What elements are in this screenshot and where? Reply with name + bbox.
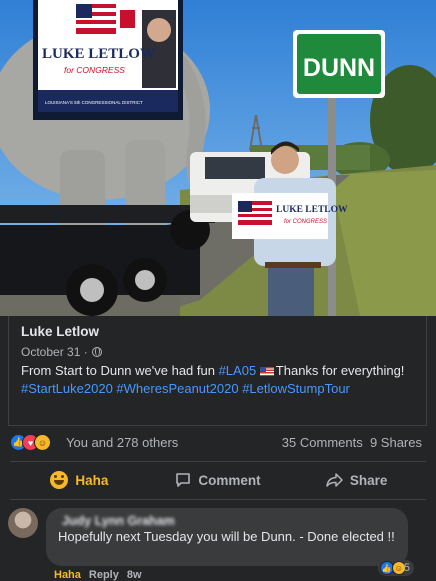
handheld-sign-subtitle: for CONGRESS <box>284 219 327 225</box>
comment-text: Hopefully next Tuesday you will be Dunn.… <box>58 529 395 544</box>
shares-count[interactable]: 9 Shares <box>370 435 422 450</box>
post-card: Luke Letlow October 31 · From Start to D… <box>8 316 427 426</box>
comment-reply-link[interactable]: Reply <box>89 569 119 581</box>
comment-button-label: Comment <box>198 472 261 488</box>
post-text: From Start to Dunn we've had fun #LA05 T… <box>21 362 413 398</box>
share-button-label: Share <box>349 472 388 488</box>
comment-item: Judy Lynn Graham Hopefully next Tuesday … <box>8 508 428 581</box>
haha-button[interactable]: Haha <box>10 466 149 494</box>
comment-author[interactable]: Judy Lynn Graham <box>62 514 175 528</box>
comment-footer: Haha Reply 8w <box>54 569 142 581</box>
comment-icon <box>176 473 191 487</box>
hashtag-la05[interactable]: #LA05 <box>219 363 257 378</box>
hashtag-wherespeanut2020[interactable]: #WheresPeanut2020 <box>116 381 238 396</box>
reactions-count[interactable]: You and 278 others <box>66 435 178 450</box>
post-date[interactable]: October 31 · <box>21 345 102 359</box>
divider <box>10 461 426 462</box>
share-icon <box>326 473 343 487</box>
post-text-start: From Start to Dunn we've had fun <box>21 363 219 378</box>
campaign-photo: LUKE LETLOW for CONGRESS LOUISIANA'S 5th… <box>0 0 436 316</box>
haha-icon: ☺ <box>34 434 51 451</box>
hashtag-letlowstumptour[interactable]: #LetlowStumpTour <box>242 381 350 396</box>
billboard-subtitle: for CONGRESS <box>64 65 125 75</box>
post-date-text: October 31 · <box>21 345 88 359</box>
reaction-icons[interactable]: 👍 ♥ ☺ <box>10 434 51 451</box>
road-sign-text: DUNN <box>303 54 375 82</box>
comments-shares-count: 35 Comments 9 Shares <box>282 435 422 450</box>
haha-face-icon <box>50 471 69 489</box>
post-actions: Haha Comment Share <box>10 466 426 494</box>
post-text-mid: Thanks for everything! <box>275 363 405 378</box>
post-author[interactable]: Luke Letlow <box>21 324 99 339</box>
share-button[interactable]: Share <box>287 466 426 494</box>
divider <box>10 499 426 500</box>
globe-icon <box>91 347 102 357</box>
hashtag-startluke2020[interactable]: #StartLuke2020 <box>21 381 113 396</box>
billboard-footer: LOUISIANA'S 5th CONGRESSIONAL DISTRICT <box>45 100 143 105</box>
comment-bubble: Judy Lynn Graham Hopefully next Tuesday … <box>46 508 414 576</box>
comment-reaction-count: 5 <box>403 562 410 574</box>
post-photo[interactable]: LUKE LETLOW for CONGRESS LOUISIANA'S 5th… <box>0 0 436 316</box>
comment-time[interactable]: 8w <box>127 569 142 581</box>
comment-haha-link[interactable]: Haha <box>54 569 81 581</box>
avatar[interactable] <box>8 508 38 538</box>
comment-button[interactable]: Comment <box>149 466 288 494</box>
comment-reactions[interactable]: 👍 ☺ 5 <box>377 560 414 576</box>
us-flag-icon <box>259 367 274 376</box>
billboard-name: LUKE LETLOW <box>42 46 155 62</box>
comments-count[interactable]: 35 Comments <box>282 435 363 450</box>
reactions-summary: 👍 ♥ ☺ You and 278 others 35 Comments 9 S… <box>10 434 426 452</box>
handheld-sign-name: LUKE LETLOW <box>276 205 348 215</box>
haha-button-label: Haha <box>75 472 109 488</box>
